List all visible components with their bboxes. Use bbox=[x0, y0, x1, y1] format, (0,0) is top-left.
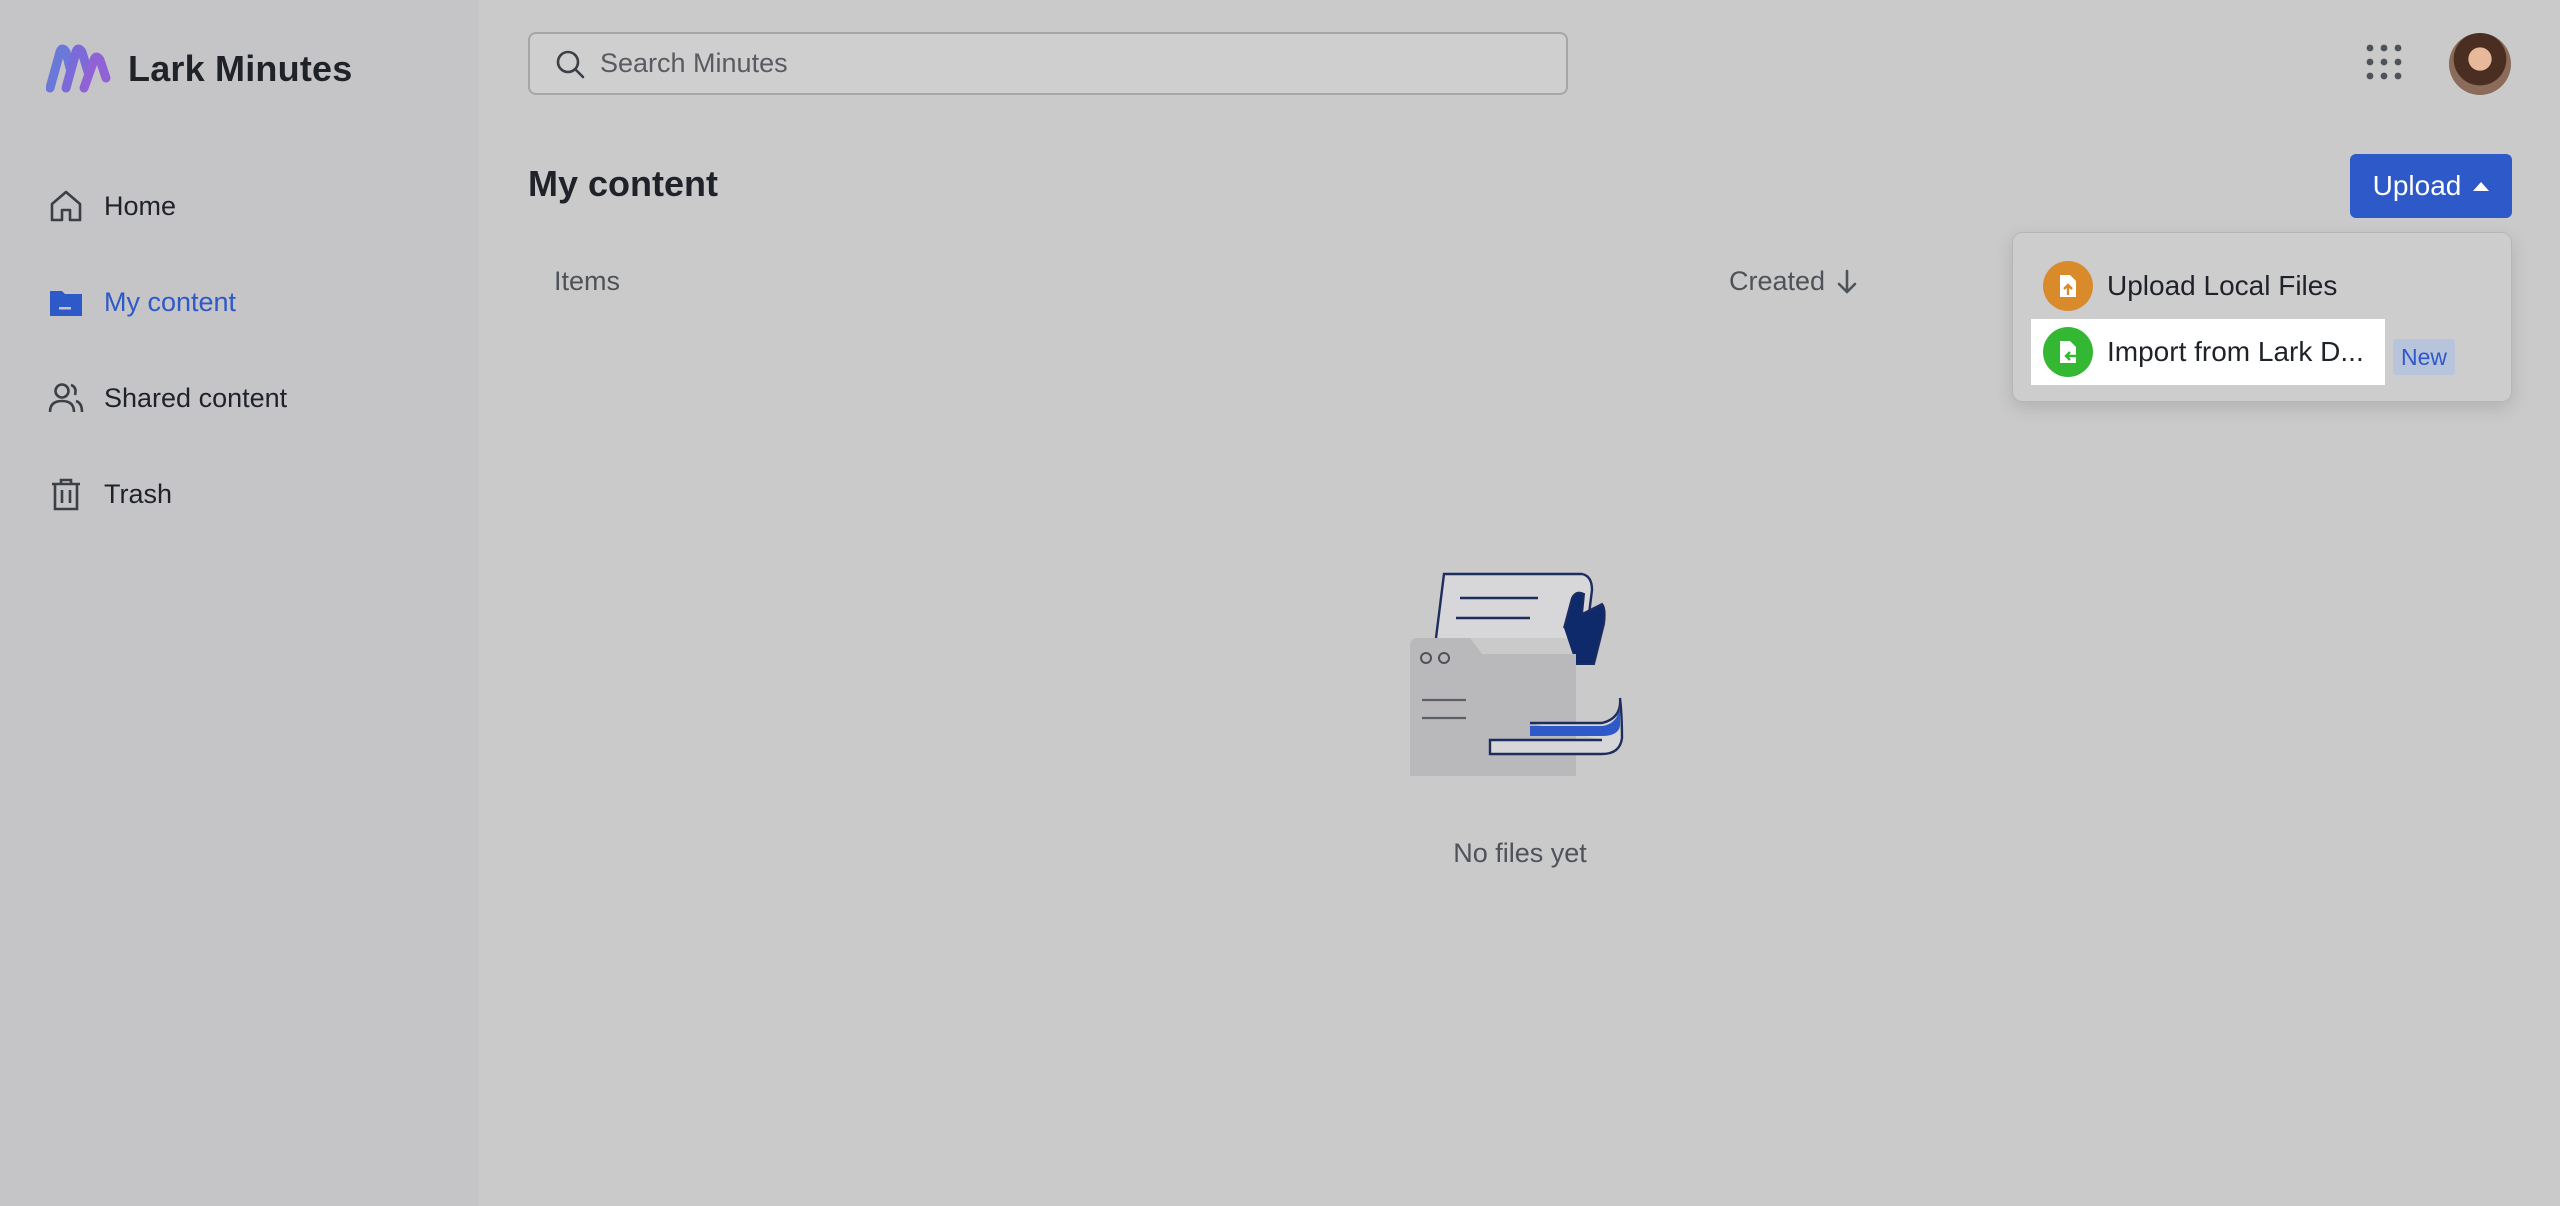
sidebar-item-label: Shared content bbox=[104, 382, 288, 413]
new-badge: New bbox=[2393, 339, 2455, 375]
upload-menu: Upload Local Files Import from Lark D...… bbox=[2012, 232, 2512, 402]
menu-item-import-from-lark-docs[interactable]: Import from Lark D... bbox=[2031, 319, 2385, 385]
column-header-created-label: Created bbox=[1729, 266, 1826, 296]
user-avatar[interactable] bbox=[2449, 33, 2511, 95]
sidebar-item-trash[interactable]: Trash bbox=[46, 464, 446, 524]
upload-button[interactable]: Upload bbox=[2350, 154, 2512, 218]
arrow-down-icon bbox=[1837, 269, 1857, 293]
sidebar-item-shared-content[interactable]: Shared content bbox=[46, 368, 446, 428]
grid-apps-icon[interactable] bbox=[2364, 42, 2404, 82]
search-box[interactable] bbox=[528, 32, 1568, 95]
sidebar-item-label: My content bbox=[104, 286, 237, 317]
sidebar-item-my-content[interactable]: My content bbox=[46, 272, 446, 332]
menu-item-label: Upload Local Files bbox=[2107, 270, 2338, 301]
sidebar: Lark Minutes Home My content Shared cont… bbox=[0, 0, 479, 1206]
app-name: Lark Minutes bbox=[128, 48, 353, 89]
caret-up-icon bbox=[2473, 181, 2490, 191]
sidebar-item-label: Home bbox=[104, 190, 177, 221]
lark-minutes-logo-icon bbox=[46, 44, 111, 93]
page-title: My content bbox=[528, 163, 719, 204]
empty-state-text: No files yet bbox=[1453, 838, 1587, 868]
empty-folder-illustration bbox=[1410, 572, 1624, 776]
folder-icon bbox=[46, 282, 86, 322]
trash-icon bbox=[46, 474, 86, 514]
menu-item-label: Import from Lark D... bbox=[2107, 336, 2364, 367]
search-input[interactable] bbox=[600, 48, 1500, 79]
column-header-items: Items bbox=[554, 266, 621, 296]
search-icon bbox=[556, 50, 585, 78]
menu-item-upload-local-files[interactable]: Upload Local Files bbox=[2031, 253, 2493, 319]
users-icon bbox=[46, 378, 86, 418]
sidebar-item-label: Trash bbox=[104, 478, 173, 509]
import-file-icon bbox=[2043, 327, 2093, 377]
upload-button-label: Upload bbox=[2372, 170, 2462, 201]
column-header-created[interactable]: Created bbox=[1729, 266, 1859, 297]
brand[interactable]: Lark Minutes bbox=[46, 44, 352, 94]
sidebar-item-home[interactable]: Home bbox=[46, 176, 446, 236]
home-icon bbox=[46, 186, 86, 226]
upload-file-icon bbox=[2043, 261, 2093, 311]
sidebar-nav: Home My content Shared content Trash bbox=[46, 176, 446, 560]
